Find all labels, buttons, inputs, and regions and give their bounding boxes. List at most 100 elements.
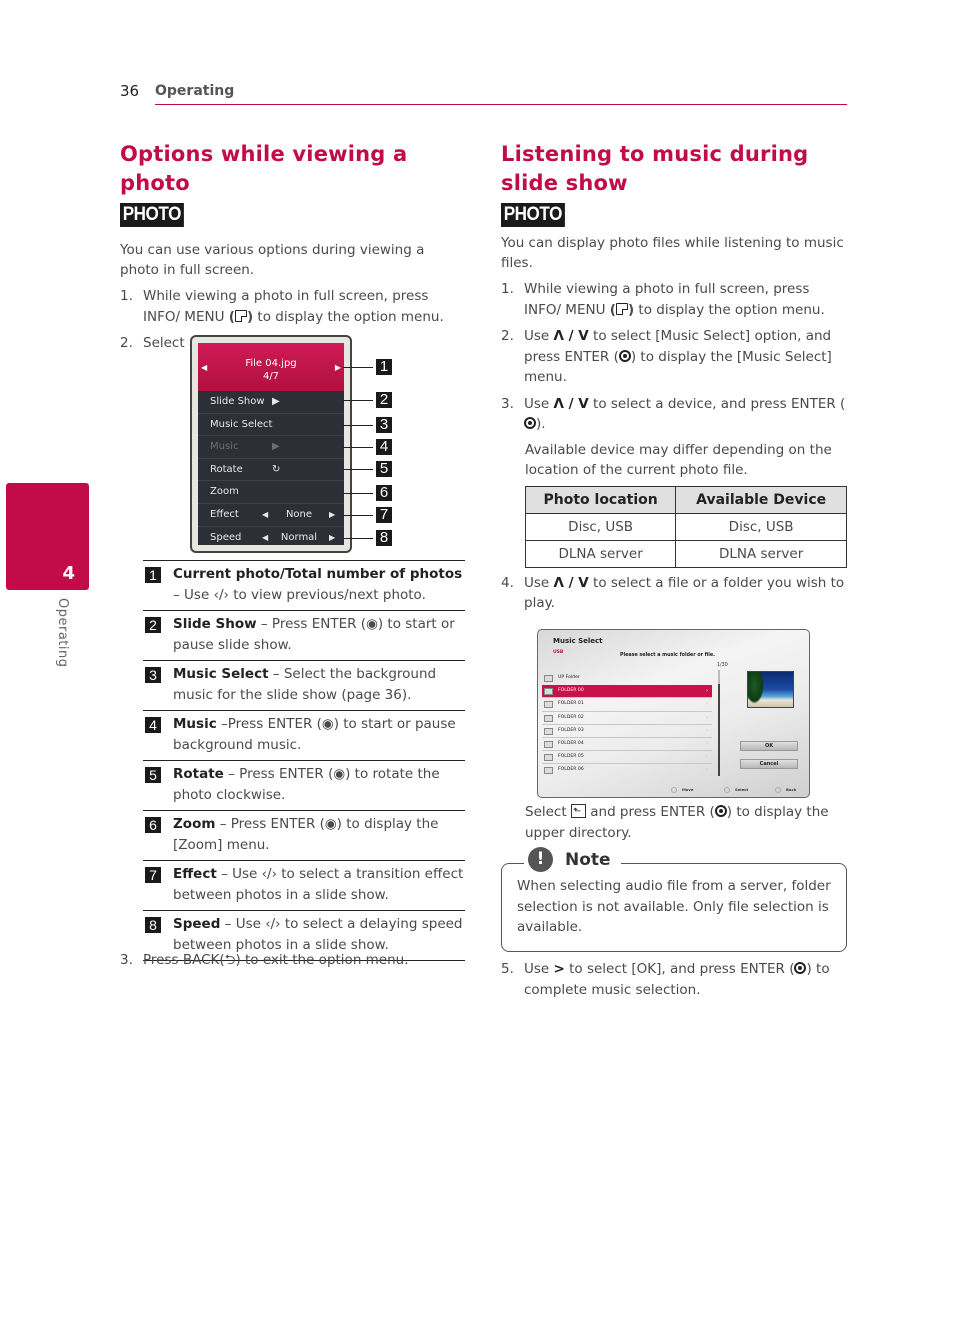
table-row: Disc, USB Disc, USB	[524, 512, 847, 541]
menu-row-zoom: Zoom	[198, 481, 344, 504]
prev-arrow-icon: ◀	[201, 363, 208, 372]
photo-thumbnail	[747, 671, 794, 708]
exclamation-icon: !	[528, 847, 553, 872]
note-title: Note	[565, 849, 611, 870]
left-column: Options while viewing a photo PHOTO You …	[120, 140, 465, 354]
up-folder-icon	[544, 675, 553, 682]
move-icon	[671, 787, 677, 793]
list-item: FOLDER 01 ›	[542, 698, 712, 712]
list-item: FOLDER 00 ›	[542, 685, 712, 699]
callout-7: 7	[376, 507, 392, 523]
description-item: 1 Current photo/Total number of photos – U…	[143, 560, 465, 610]
up-down-arrows-icon: Λ / V	[553, 395, 589, 412]
left-arrow-icon: ◀	[262, 509, 269, 519]
folder-list: UP Folder FOLDER 00 › FOLDER 01 › FOLDER 0…	[542, 672, 712, 778]
scrollbar	[718, 670, 720, 776]
menu-row-music-select: Music Select	[198, 414, 344, 437]
play-icon: ▶	[272, 396, 280, 407]
intro-text: You can display photo files while listen…	[501, 235, 844, 271]
music-folder-icon	[544, 727, 553, 735]
menu-row-music: Music ▶	[198, 436, 344, 459]
cancel-button: Cancel	[740, 759, 798, 769]
right-arrow-icon: >	[553, 961, 565, 977]
description-item: 2 Slide Show – Press ENTER (◉) to start o…	[143, 610, 465, 660]
enter-icon	[714, 805, 727, 817]
music-folder-icon	[544, 754, 553, 762]
description-item: 3 Music Select – Select the background mu…	[143, 660, 465, 710]
right-arrow-icon: ▶	[329, 532, 336, 542]
rotate-icon: ↻	[272, 463, 281, 475]
right-arrow-icon: ▶	[329, 509, 336, 519]
list-item: FOLDER 04 ›	[542, 738, 712, 752]
enter-icon	[618, 349, 631, 362]
callout-3: 3	[376, 417, 392, 433]
music-folder-icon	[544, 714, 553, 722]
music-select-screenshot: Music Select USB Please select a music f…	[537, 629, 810, 798]
select-icon	[724, 787, 730, 793]
callout-2: 2	[376, 392, 392, 408]
list-item: FOLDER 05 ›	[542, 751, 712, 765]
page-header: 36 Operating	[120, 80, 847, 106]
music-folder-icon	[544, 688, 553, 696]
list-item: UP Folder	[542, 672, 712, 685]
enter-icon	[524, 417, 536, 429]
device-table: Photo location Available Device Disc, USB…	[524, 485, 847, 568]
back-icon	[775, 787, 781, 793]
list-item: FOLDER 06 ›	[542, 764, 712, 777]
step-4: 4. Use Λ / V to select a file or a folder…	[501, 574, 845, 612]
callout-8: 8	[376, 530, 392, 546]
step-5: 5. Use > to select [OK], and press ENTER …	[501, 961, 830, 998]
description-item: 5 Rotate – Press ENTER (◉) to rotate the …	[143, 760, 465, 810]
description-item: 7 Effect – Use ‹/› to select a transition…	[143, 860, 465, 910]
section-title: Options while viewing a photo	[120, 142, 408, 195]
option-menu-screenshot: ◀ File 04.jpg 4/7 ▶ Slide Show ▶ Music Se…	[190, 335, 352, 553]
callout-6: 6	[376, 485, 392, 501]
header-rule	[155, 104, 847, 105]
info-menu-icon	[234, 309, 247, 322]
step-3: 3. Press BACK(⮌) to exit the option menu.	[120, 952, 409, 968]
table-row: DLNA server DLNA server	[524, 539, 847, 568]
section-title: Listening to music during slide show	[501, 142, 809, 195]
step-1: 1. While viewing a photo in full screen,…	[120, 288, 444, 325]
up-down-arrows-icon: Λ / V	[553, 328, 589, 344]
play-icon: ▶	[272, 441, 280, 453]
music-folder-icon	[544, 740, 553, 748]
photo-badge: PHOTO	[120, 203, 184, 227]
note-box: ! Note When selecting audio file from a …	[501, 847, 847, 952]
callout-5: 5	[376, 461, 392, 477]
current-photo-header: ◀ File 04.jpg 4/7 ▶	[198, 343, 344, 391]
music-folder-icon	[544, 701, 553, 709]
chapter-label: Operating	[55, 598, 70, 668]
right-column: Listening to music during slide show PHO…	[501, 140, 847, 614]
step-1: 1. While viewing a photo in full screen, …	[501, 281, 825, 318]
description-item: 4 Music –Press ENTER (◉) to start or paus…	[143, 710, 465, 760]
up-folder-icon	[570, 802, 586, 823]
chapter-number: 4	[62, 563, 75, 584]
step-2: 2. Use Λ / V to select [Music Select] opt…	[501, 328, 832, 385]
intro-text: You can use various options during viewi…	[120, 242, 425, 278]
next-arrow-icon: ▶	[334, 363, 341, 372]
ok-button: OK	[740, 741, 798, 751]
option-descriptions: 1 Current photo/Total number of photos – U…	[143, 560, 465, 961]
description-item: 6 Zoom – Press ENTER (◉) to display the […	[143, 810, 465, 860]
menu-row-effect: Effect ◀ None ▶	[198, 504, 344, 527]
menu-row-slide-show: Slide Show ▶	[198, 391, 344, 414]
photo-badge: PHOTO	[501, 203, 565, 227]
info-menu-icon	[615, 302, 628, 315]
menu-row-speed: Speed ◀ Normal ▶	[198, 527, 344, 550]
select-up-text: Select and press ENTER () to display the…	[501, 802, 847, 843]
music-folder-icon	[544, 767, 553, 775]
list-item: FOLDER 02 ›	[542, 712, 712, 725]
page-number: 36	[120, 82, 140, 100]
step-3: 3. Use Λ / V to select a device, and pres…	[501, 395, 846, 433]
callout-1: 1	[376, 359, 392, 375]
device-note: Available device may differ depending on…	[525, 441, 832, 478]
up-down-arrows-icon: Λ / V	[553, 574, 589, 591]
left-arrow-icon: ◀	[262, 532, 269, 542]
menu-row-rotate: Rotate ↻	[198, 459, 344, 482]
note-text: When selecting audio file from a server,…	[517, 878, 831, 935]
list-item: FOLDER 03 ›	[542, 725, 712, 738]
section-name: Operating	[155, 83, 235, 99]
callout-4: 4	[376, 439, 392, 455]
enter-icon	[794, 962, 807, 974]
